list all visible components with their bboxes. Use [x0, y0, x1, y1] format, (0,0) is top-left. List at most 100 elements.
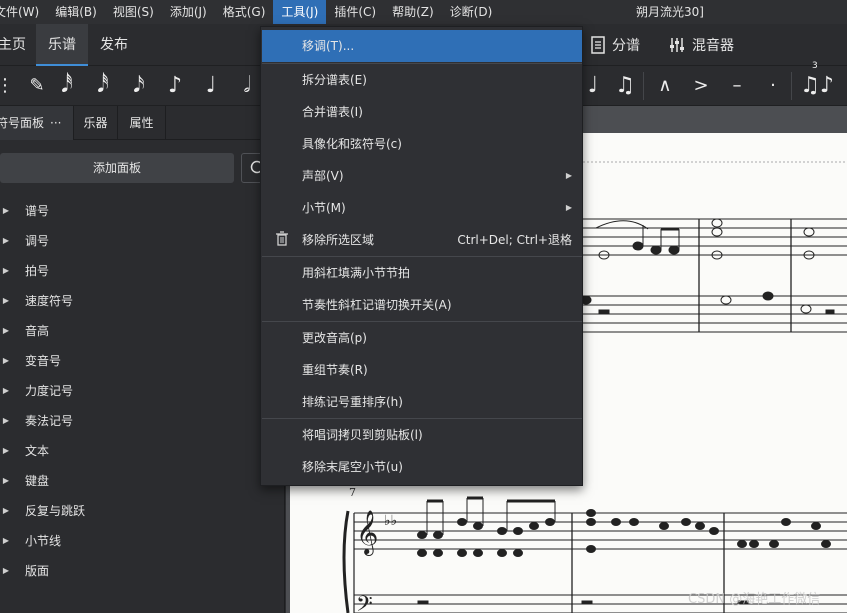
staccato-icon[interactable]: ·: [758, 70, 788, 102]
menu-item-copy-lyrics[interactable]: 将唱词拷贝到剪贴板(l): [262, 419, 582, 451]
palette-item-barlines[interactable]: ▶ 小节线: [0, 526, 285, 556]
menu-file[interactable]: 文件(W): [0, 0, 47, 24]
palette-item-keyboard[interactable]: ▶ 键盘: [0, 466, 285, 496]
tools-menu-dropdown: 移调(T)... 拆分谱表(E) 合并谱表(I) 具像化和弦符号(c) 声部(V…: [260, 26, 583, 486]
eighth-note-icon[interactable]: ♪: [160, 70, 190, 102]
palette-item-key-signatures[interactable]: ▶ 调号: [0, 226, 285, 256]
flat-icon: ♭♭: [384, 513, 397, 529]
menu-item-remove-selected-range[interactable]: 移除所选区域 Ctrl+Del; Ctrl+退格: [262, 224, 582, 256]
marcato-icon[interactable]: ∧: [650, 70, 680, 102]
palette-item-text[interactable]: ▶ 文本: [0, 436, 285, 466]
palette-item-tempo[interactable]: ▶ 速度符号: [0, 286, 285, 316]
barlines-1: [698, 219, 792, 332]
expand-arrow-icon: ▶: [2, 536, 10, 545]
pencil-icon[interactable]: ✎: [22, 70, 52, 102]
more-options-icon[interactable]: ···: [50, 106, 61, 140]
tab-instruments[interactable]: 乐器: [74, 106, 118, 140]
menu-item-label: 移除末尾空小节(u): [302, 460, 403, 474]
mixer-button[interactable]: 混音器: [668, 24, 734, 66]
menu-item-label: 节奏性斜杠记谱切换开关(A): [302, 298, 452, 312]
expand-arrow-icon: ▶: [2, 476, 10, 485]
tab-home[interactable]: 主页: [0, 24, 34, 66]
palette-item-label: 力度记号: [25, 384, 74, 398]
menu-grip-icon[interactable]: ⋮: [0, 70, 20, 102]
parts-label: 分谱: [612, 38, 640, 54]
menu-bar: 文件(W) 编辑(B) 视图(S) 添加(J) 格式(G) 工具(J) 插件(C…: [0, 0, 847, 24]
expand-arrow-icon: ▶: [2, 326, 10, 335]
add-palettes-button[interactable]: 添加面板: [0, 153, 234, 183]
menu-format[interactable]: 格式(G): [215, 0, 274, 24]
menu-item-regroup-rhythms[interactable]: 重组节奏(R): [262, 354, 582, 386]
parts-button[interactable]: 分谱: [590, 24, 640, 66]
tuplet-icon[interactable]: 3 ♫♪: [800, 61, 834, 102]
tab-palettes[interactable]: 符号面板 ···: [0, 106, 74, 140]
tab-score[interactable]: 乐谱: [36, 24, 88, 66]
menu-item-transpose[interactable]: 移调(T)...: [262, 30, 582, 62]
mixer-label: 混音器: [692, 38, 734, 54]
expand-arrow-icon: ▶: [2, 446, 10, 455]
palette-item-label: 速度符号: [25, 294, 74, 308]
palette-item-label: 反复与跳跃: [25, 504, 86, 518]
quarter-note-icon[interactable]: ♩: [196, 70, 226, 102]
tab-properties[interactable]: 属性: [118, 106, 166, 140]
notes-system-1: [580, 218, 835, 314]
panel-tabs: 符号面板 ··· 乐器 属性: [0, 106, 285, 140]
menu-item-label: 重组节奏(R): [302, 363, 368, 377]
expand-arrow-icon: ▶: [2, 566, 10, 575]
palette-item-label: 奏法记号: [25, 414, 74, 428]
palette-item-dynamics[interactable]: ▶ 力度记号: [0, 376, 285, 406]
menu-item-label: 拆分谱表(E): [302, 73, 367, 87]
palette-item-time-signatures[interactable]: ▶ 拍号: [0, 256, 285, 286]
tab-palettes-label: 符号面板: [0, 116, 45, 130]
expand-arrow-icon: ▶: [2, 296, 10, 305]
menu-diagnostics[interactable]: 诊断(D): [442, 0, 501, 24]
sixteenth-note-icon[interactable]: 𝅘𝅥𝅯: [124, 70, 154, 102]
bass-clef-icon: 𝄢: [356, 592, 373, 613]
palette-item-label: 变音号: [25, 354, 62, 368]
palette-panel: 符号面板 ··· 乐器 属性 添加面板 ▶ 谱号 ▶ 调号 ▶ 拍号 ▶ 速度符号 ▶ 音…: [0, 106, 285, 613]
palette-item-repeats-jumps[interactable]: ▶ 反复与跳跃: [0, 496, 285, 526]
tenuto-icon[interactable]: –: [722, 70, 752, 102]
slur-icon[interactable]: ♫: [610, 70, 640, 102]
menu-item-resequence-rehearsal-marks[interactable]: 排练记号重排序(h): [262, 386, 582, 418]
menu-item-toggle-rhythmic-slash[interactable]: 节奏性斜杠记谱切换开关(A): [262, 289, 582, 321]
menu-plugins[interactable]: 插件(C): [326, 0, 384, 24]
tab-publish-label: 发布: [100, 37, 128, 53]
menu-item-remove-trailing-empty-measures[interactable]: 移除末尾空小节(u): [262, 451, 582, 483]
menu-item-implode[interactable]: 合并谱表(I): [262, 96, 582, 128]
palette-item-label: 调号: [25, 234, 50, 248]
palette-item-layout[interactable]: ▶ 版面: [0, 556, 285, 586]
menu-tools[interactable]: 工具(J): [273, 0, 327, 24]
half-note-icon[interactable]: 𝅗𝅥: [232, 70, 262, 102]
palette-item-pitch[interactable]: ▶ 音高: [0, 316, 285, 346]
menu-help[interactable]: 帮助(Z): [384, 0, 442, 24]
parts-icon: [591, 36, 605, 54]
menu-item-realize-chord-symbols[interactable]: 具像化和弦符号(c): [262, 128, 582, 160]
window-title: 朔月流光30]: [636, 5, 704, 19]
toolbar-divider: [791, 72, 792, 100]
tab-publish[interactable]: 发布: [100, 24, 140, 66]
menu-item-label: 将唱词拷贝到剪贴板(l): [302, 428, 423, 442]
accent-icon[interactable]: >: [686, 70, 716, 102]
menu-view[interactable]: 视图(S): [105, 0, 162, 24]
menu-edit[interactable]: 编辑(B): [47, 0, 105, 24]
thirty-second-note-icon[interactable]: 𝅘𝅥𝅰: [88, 70, 118, 102]
menu-item-voices[interactable]: 声部(V) ▶: [262, 160, 582, 192]
staff-bass-1: [583, 295, 847, 333]
sixty-fourth-note-icon[interactable]: 𝅘𝅥𝅰: [52, 70, 82, 102]
menu-item-label: 小节(M): [302, 201, 346, 215]
menu-item-fill-with-slashes[interactable]: 用斜杠填满小节节拍: [262, 257, 582, 289]
menu-item-change-pitch[interactable]: 更改音高(p): [262, 322, 582, 354]
expand-arrow-icon: ▶: [2, 266, 10, 275]
menu-add[interactable]: 添加(J): [162, 0, 215, 24]
palette-item-label: 小节线: [25, 534, 62, 548]
expand-arrow-icon: ▶: [2, 506, 10, 515]
menu-item-label: 声部(V): [302, 169, 344, 183]
palette-item-articulations[interactable]: ▶ 奏法记号: [0, 406, 285, 436]
palette-item-clefs[interactable]: ▶ 谱号: [0, 196, 285, 226]
palette-item-accidentals[interactable]: ▶ 变音号: [0, 346, 285, 376]
menu-item-explode[interactable]: 拆分谱表(E): [262, 64, 582, 96]
palette-item-label: 文本: [25, 444, 50, 458]
toolbar-divider: [643, 72, 644, 100]
menu-item-measures[interactable]: 小节(M) ▶: [262, 192, 582, 224]
